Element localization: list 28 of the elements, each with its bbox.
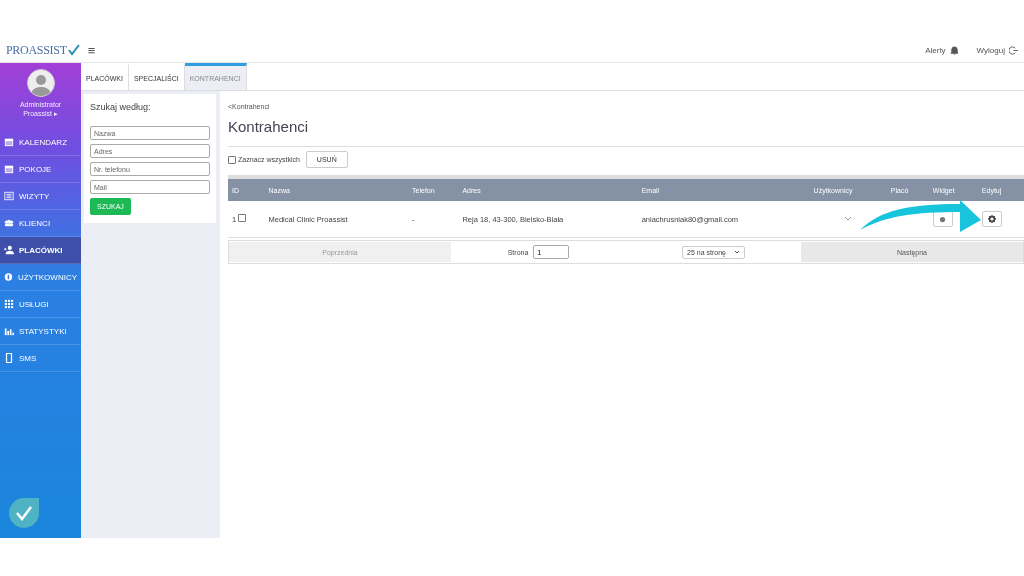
sidebar-item[interactable]: PLACÓWKI — [0, 237, 81, 264]
chevron-down-icon — [733, 250, 740, 254]
calendar-icon — [4, 164, 14, 174]
bell-icon[interactable] — [949, 45, 959, 55]
logout-link[interactable]: Wyloguj — [976, 45, 1005, 55]
calendar-icon — [4, 137, 14, 147]
checkmark-badge-icon — [9, 498, 39, 528]
chevron-down-icon[interactable] — [844, 215, 853, 222]
settings-button[interactable] — [981, 211, 1002, 227]
avatar-icon — [26, 69, 55, 97]
grid-icon — [4, 299, 14, 309]
alerts-link[interactable]: Alerty — [925, 45, 946, 55]
search-title: Szukaj według: — [90, 102, 152, 112]
checkmark-icon — [67, 44, 80, 56]
person-add-icon — [4, 245, 14, 255]
person-icon — [4, 272, 13, 282]
menu-icon[interactable]: ≡ — [87, 42, 96, 58]
circle-icon — [939, 215, 947, 223]
logo-text: PROASSIST — [6, 42, 67, 58]
logout-icon[interactable] — [1009, 45, 1018, 55]
checkbox[interactable] — [228, 155, 236, 164]
row-checkbox[interactable] — [238, 214, 247, 222]
list-icon — [4, 191, 14, 201]
phone-icon — [4, 353, 14, 363]
gear-icon — [987, 215, 996, 223]
people-icon — [4, 218, 14, 228]
page-title: Kontrahenci — [228, 118, 310, 135]
bar-chart-icon — [4, 326, 14, 336]
